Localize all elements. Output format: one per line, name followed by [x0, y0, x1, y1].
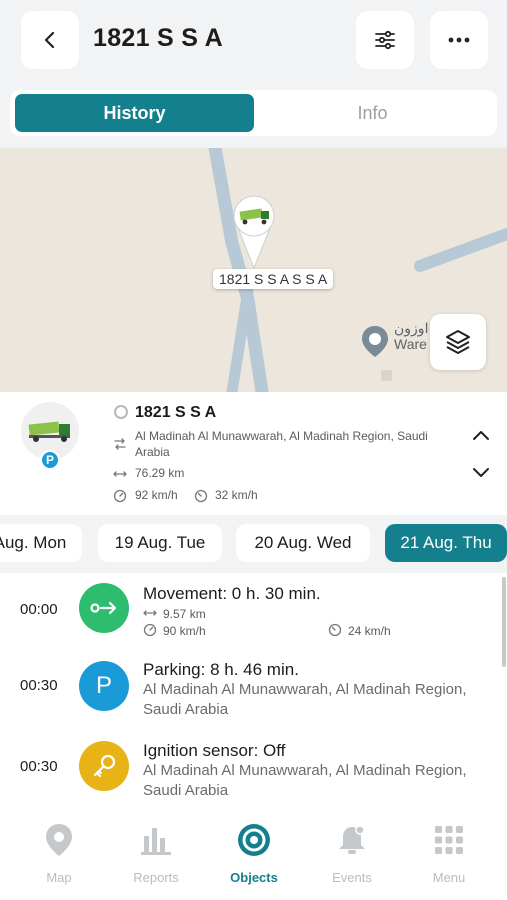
nav-item-menu[interactable]: Menu	[409, 822, 489, 888]
date-chip-active[interactable]: 21 Aug. Thu	[385, 524, 507, 562]
parking-icon: P	[79, 661, 129, 711]
layers-icon	[446, 330, 470, 354]
vehicle-marker[interactable]	[232, 194, 276, 270]
date-chip[interactable]: Aug. Mon	[0, 524, 82, 562]
event-list[interactable]: 00:00 Movement: 0 h. 30 min. 9.57 km 90 …	[0, 573, 507, 808]
bar-chart-icon	[141, 828, 171, 855]
bell-icon	[339, 825, 365, 854]
map-pin-icon	[46, 824, 72, 856]
nav-label: Map	[46, 870, 72, 885]
header: 1821 S S A	[0, 0, 507, 84]
filter-button[interactable]	[356, 11, 414, 69]
chevron-left-icon	[44, 31, 55, 49]
date-selector: Aug. Mon 19 Aug. Tue 20 Aug. Wed 21 Aug.…	[0, 515, 507, 573]
event-max-speed: 90 km/h	[163, 624, 206, 638]
chevron-up-icon[interactable]	[472, 429, 490, 441]
sliders-icon	[375, 30, 395, 50]
distance-icon	[113, 471, 127, 477]
marker-label: 1821 S S A S S A	[213, 269, 334, 289]
nav-item-objects[interactable]: Objects	[214, 822, 294, 888]
parking-icon-letter: P	[95, 672, 112, 699]
poi-label-line1: اوزون	[394, 320, 429, 336]
event-time: 00:30	[20, 677, 58, 694]
date-chip[interactable]: 20 Aug. Wed	[236, 524, 370, 562]
nav-item-map[interactable]: Map	[19, 822, 99, 888]
event-title: Parking: 8 h. 46 min.	[143, 660, 299, 679]
parking-badge: P	[40, 450, 60, 470]
distance-icon	[143, 610, 157, 616]
list-item[interactable]: 00:30 Ignition sensor: Off Al Madinah Al…	[0, 733, 507, 808]
nav-label: Menu	[432, 870, 466, 885]
max-speed-icon	[143, 623, 157, 637]
map-view[interactable]: 1821 S S A S S A اوزون Ware	[0, 148, 507, 392]
event-title: Movement: 0 h. 30 min.	[143, 584, 321, 603]
layers-button[interactable]	[430, 314, 486, 370]
bottom-nav: Map Reports Objects Events Menu	[0, 808, 507, 900]
poi-label-line2: Ware	[394, 336, 427, 352]
object-avg-speed: 32 km/h	[215, 488, 258, 502]
list-item[interactable]: 00:30 P Parking: 8 h. 46 min. Al Madinah…	[0, 653, 507, 733]
object-max-speed: 92 km/h	[135, 488, 178, 502]
objects-icon	[238, 824, 270, 856]
more-button[interactable]	[430, 11, 488, 69]
event-time: 00:00	[20, 601, 58, 618]
truck-icon	[28, 421, 70, 442]
nav-item-reports[interactable]: Reports	[116, 822, 196, 888]
nav-label: Objects	[230, 870, 278, 885]
event-title: Ignition sensor: Off	[143, 741, 286, 760]
tab-bar: History Info	[10, 90, 497, 136]
route-icon	[114, 438, 126, 450]
max-speed-icon	[113, 489, 127, 503]
event-address: Al Madinah Al Munawwarah, Al Madinah Reg…	[143, 681, 467, 718]
key-icon	[79, 741, 129, 791]
object-address: Al Madinah Al Munawwarah, Al Madinah Reg…	[135, 429, 428, 459]
avg-speed-icon	[194, 489, 208, 503]
more-horizontal-icon	[448, 37, 470, 43]
avg-speed-icon	[328, 623, 342, 637]
object-name: 1821 S S A	[135, 404, 217, 421]
object-card[interactable]: P 1821 S S A Al Madinah Al Munawwarah, A…	[0, 392, 507, 515]
back-button[interactable]	[21, 11, 79, 69]
nav-label: Reports	[133, 870, 179, 885]
poi-label: اوزون Ware	[394, 320, 428, 352]
event-distance: 9.57 km	[163, 607, 206, 621]
event-avg-speed: 24 km/h	[348, 624, 391, 638]
date-chip[interactable]: 19 Aug. Tue	[98, 524, 222, 562]
event-time: 00:30	[20, 758, 58, 775]
tab-history[interactable]: History	[15, 94, 254, 132]
object-distance: 76.29 km	[135, 466, 185, 480]
movement-icon	[79, 583, 129, 633]
chevron-down-icon[interactable]	[472, 467, 490, 479]
nav-item-events[interactable]: Events	[312, 822, 392, 888]
tab-info[interactable]: Info	[253, 94, 492, 132]
poi-pin-icon	[362, 326, 388, 357]
status-indicator	[114, 405, 128, 419]
grid-icon	[435, 826, 463, 854]
page-title: 1821 S S A	[93, 24, 223, 52]
list-item[interactable]: 00:00 Movement: 0 h. 30 min. 9.57 km 90 …	[0, 573, 507, 653]
event-address: Al Madinah Al Munawwarah, Al Madinah Reg…	[143, 762, 467, 799]
nav-label: Events	[332, 870, 372, 885]
